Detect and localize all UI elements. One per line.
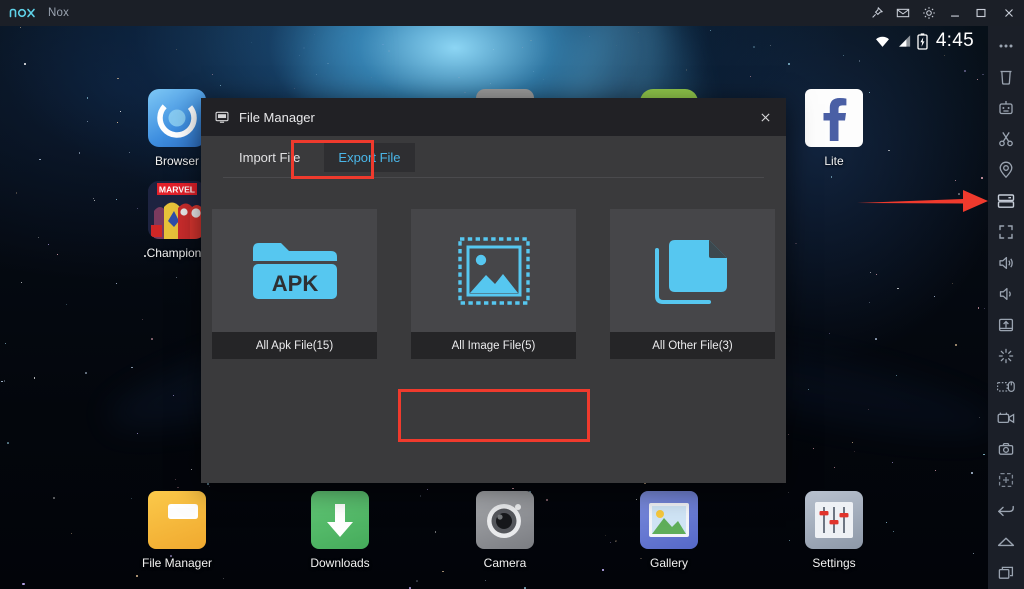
more-icon[interactable] (988, 30, 1024, 61)
tab-import-file[interactable]: Import File (229, 143, 310, 172)
volume-up-icon[interactable] (988, 247, 1024, 278)
video-record-icon[interactable] (988, 402, 1024, 433)
robot-icon[interactable] (988, 92, 1024, 123)
svg-text:APK: APK (271, 271, 318, 296)
card-all-apk-file[interactable]: APK All Apk File(15) (212, 209, 377, 359)
app-file-manager[interactable]: File Manager (134, 491, 220, 570)
app-label: Settings (791, 556, 877, 570)
android-status-bar: 4:45 (0, 26, 988, 56)
window-title: Nox (48, 7, 69, 19)
settings-icon (805, 491, 863, 549)
downloads-icon (311, 491, 369, 549)
close-icon[interactable] (994, 0, 1024, 26)
file-manager-dialog: File Manager Import File Export File A (201, 98, 786, 483)
svg-text:MARVEL: MARVEL (159, 185, 195, 195)
scissors-icon[interactable] (988, 123, 1024, 154)
champions-icon: MARVEL (148, 181, 206, 239)
dialog-tabs: Import File Export File (201, 136, 786, 178)
nox-emulator-window: Nox (0, 0, 1024, 589)
home-icon[interactable] (988, 526, 1024, 557)
nox-logo-icon (9, 6, 39, 20)
app-camera[interactable]: Camera (462, 491, 548, 570)
app-settings[interactable]: Settings (791, 491, 877, 570)
apk-folder-icon: APK (212, 209, 377, 332)
dialog-header: File Manager (201, 98, 786, 136)
annotation-arrow (855, 186, 988, 216)
pin-icon[interactable] (864, 0, 890, 26)
signal-icon (897, 33, 912, 49)
location-icon[interactable] (988, 154, 1024, 185)
app-label: Gallery (626, 556, 712, 570)
volume-down-icon[interactable] (988, 278, 1024, 309)
status-bar-time: 4:45 (936, 30, 974, 52)
dialog-close-button[interactable] (744, 98, 786, 136)
card-all-other-file[interactable]: All Other File(3) (610, 209, 775, 359)
sidebar-file-manager[interactable] (988, 185, 1024, 216)
app-label: File Manager (134, 556, 220, 570)
gear-icon[interactable] (916, 0, 942, 26)
dialog-title: File Manager (239, 110, 315, 125)
shake-icon[interactable] (988, 340, 1024, 371)
apk-install-icon[interactable] (988, 309, 1024, 340)
maximize-icon[interactable] (968, 0, 994, 26)
back-icon[interactable] (988, 495, 1024, 526)
app-label: Lite (791, 154, 877, 168)
app-label: Camera (462, 556, 548, 570)
card-label: All Apk File(15) (212, 332, 377, 359)
mail-icon[interactable] (890, 0, 916, 26)
gallery-icon (640, 491, 698, 549)
trash-icon[interactable] (988, 61, 1024, 92)
app-gallery[interactable]: Gallery (626, 491, 712, 570)
screenshot-icon[interactable] (988, 433, 1024, 464)
keyboard-mouse-icon[interactable] (988, 371, 1024, 402)
battery-charging-icon (917, 33, 928, 50)
app-downloads[interactable]: Downloads (297, 491, 383, 570)
status-bar-icons (873, 33, 928, 50)
file-manager-app-icon (148, 491, 206, 549)
android-screen[interactable]: 4:45 Browser MARVEL (0, 26, 988, 589)
card-label: All Image File(5) (411, 332, 576, 359)
image-stamp-icon (411, 209, 576, 332)
monitor-icon (215, 110, 229, 124)
recents-icon[interactable] (988, 557, 1024, 588)
card-all-image-file[interactable]: All Image File(5) (411, 209, 576, 359)
wifi-icon (873, 33, 892, 49)
app-facebook-lite[interactable]: Lite (791, 89, 877, 168)
card-label: All Other File(3) (610, 332, 775, 359)
tab-export-file[interactable]: Export File (324, 143, 414, 172)
camera-icon (476, 491, 534, 549)
fullscreen-icon[interactable] (988, 216, 1024, 247)
file-category-cards: APK All Apk File(15) All Imag (201, 209, 786, 359)
facebook-lite-icon (805, 89, 863, 147)
nox-sidebar (988, 26, 1024, 589)
app-label: Downloads (297, 556, 383, 570)
multi-instance-icon[interactable] (988, 464, 1024, 495)
tabs-divider (223, 177, 764, 178)
documents-icon (610, 209, 775, 332)
window-title-bar: Nox (0, 0, 1024, 26)
browser-icon (148, 89, 206, 147)
minimize-icon[interactable] (942, 0, 968, 26)
